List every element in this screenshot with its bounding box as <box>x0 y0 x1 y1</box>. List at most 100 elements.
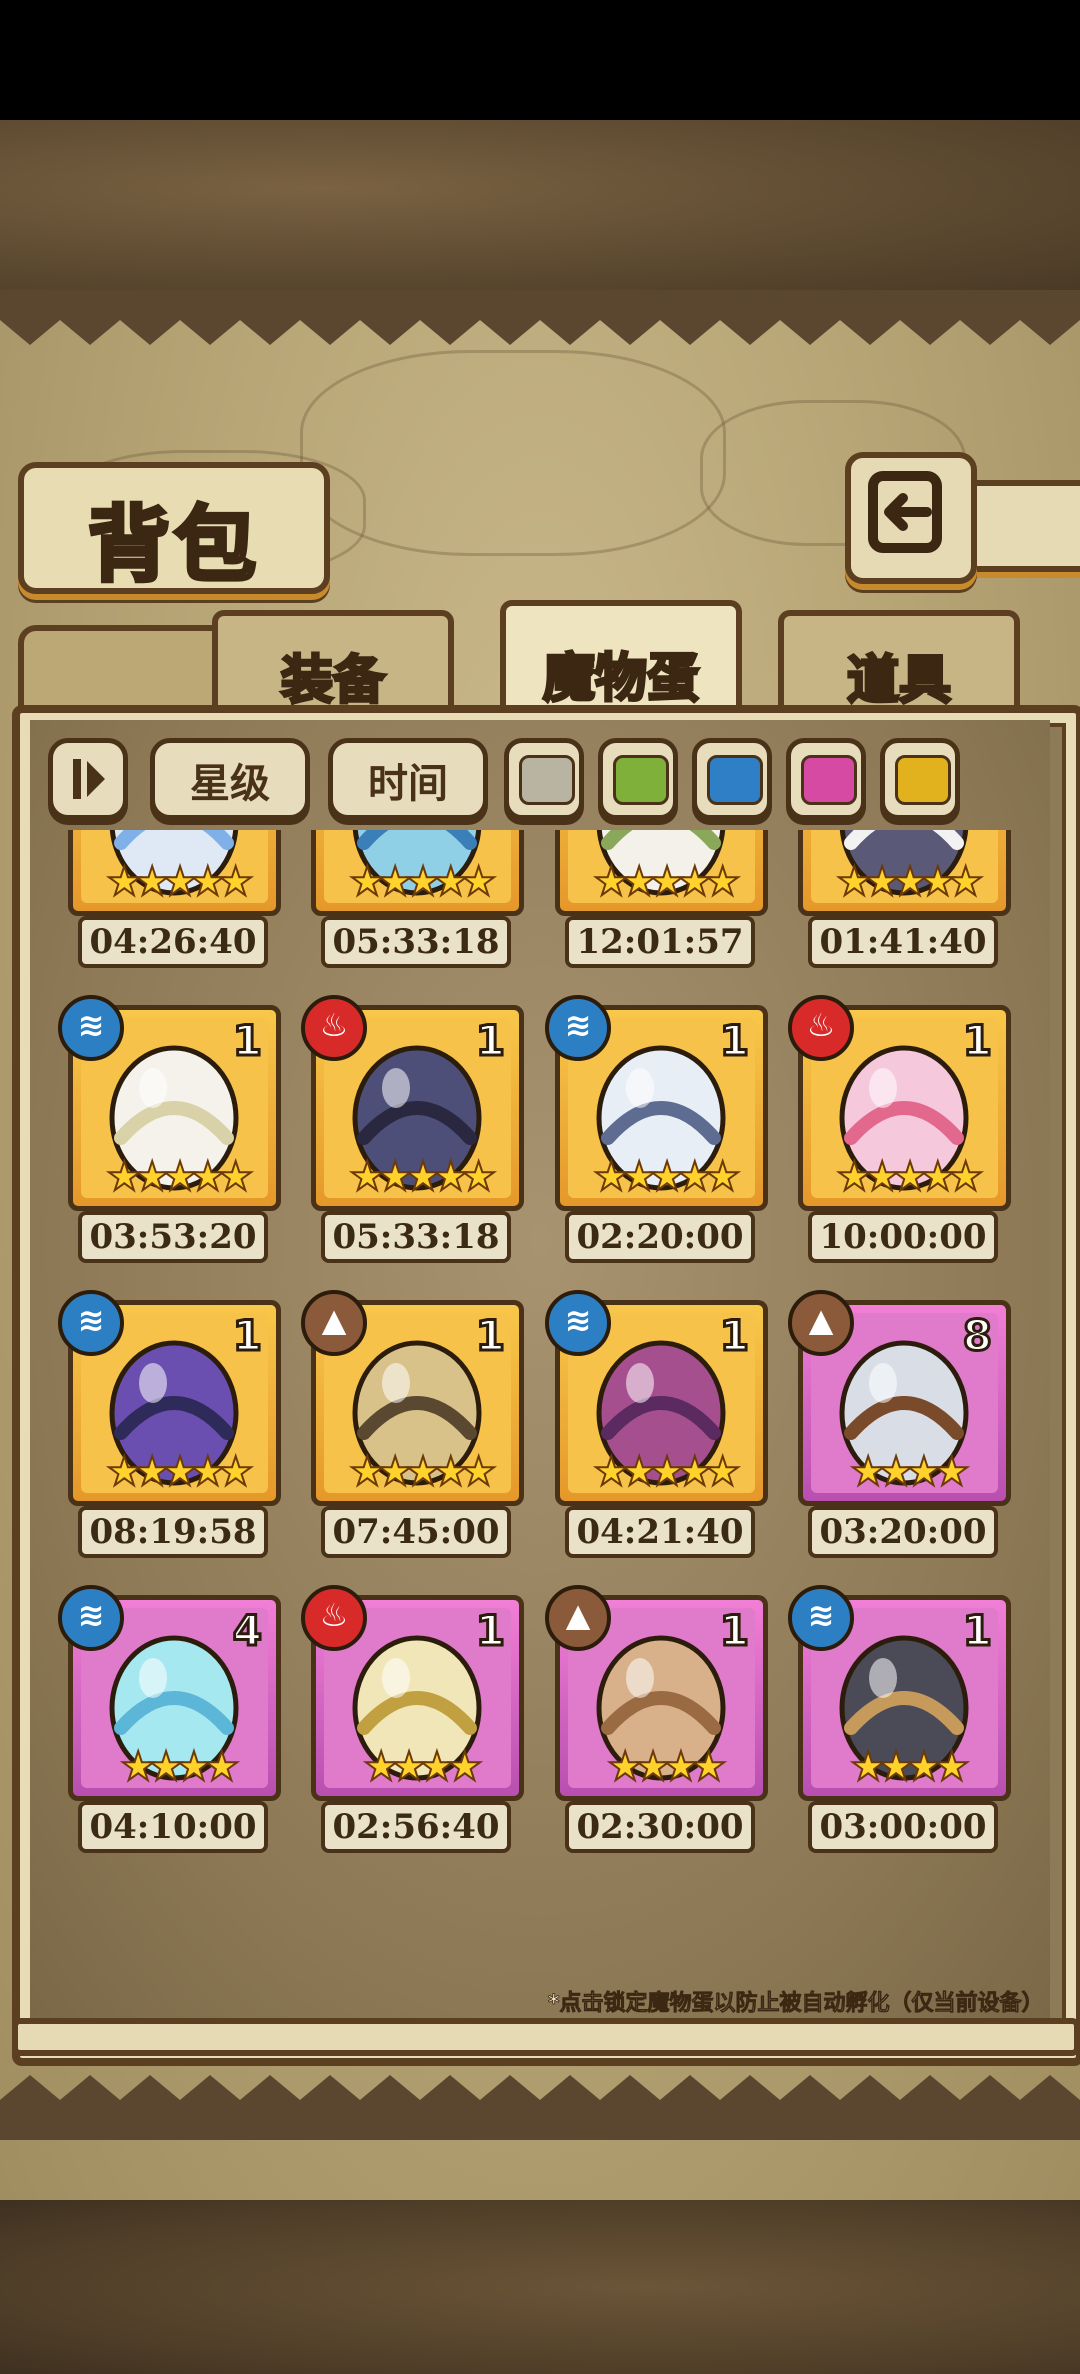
tab-monster-egg[interactable]: 魔物蛋 <box>500 600 742 721</box>
hatch-timer: 02:30:00 <box>565 1801 755 1853</box>
map-background-bottom <box>0 2200 1080 2374</box>
lock-hint-text: *点击锁定魔物蛋以防止被自动孵化（仅当前设备） <box>548 1991 1044 2017</box>
header-bar-right <box>960 480 1080 572</box>
egg-card[interactable]: ≋ 1 ★★★★★ 04:21:40 <box>545 1290 770 1560</box>
star-rating: ★★★★★ <box>348 1448 497 1496</box>
star-rating: ★★★★ <box>849 1448 970 1496</box>
swatch-fill <box>895 755 951 805</box>
egg-count: 1 <box>231 1310 263 1362</box>
star-rating: ★★★★ <box>606 1743 727 1791</box>
sort-by-star-button[interactable]: 星级 <box>150 738 310 820</box>
earth-element-icon: ▲ <box>301 1290 367 1356</box>
egg-card[interactable]: ≋ 1 ★★★★★ 03:53:20 <box>58 995 283 1265</box>
hatch-timer: 04:26:40 <box>78 916 268 968</box>
rarity-filter-pink[interactable] <box>786 738 866 820</box>
egg-card[interactable]: ▲ 8 ★★★★ 03:20:00 <box>788 1290 1013 1560</box>
egg-count: 1 <box>961 1605 993 1657</box>
tab-equipment[interactable]: 装备 <box>212 610 454 716</box>
sort-by-star-label: 星级 <box>190 761 270 807</box>
hatch-timer: 04:10:00 <box>78 1801 268 1853</box>
egg-count: 1 <box>718 1310 750 1362</box>
star-rating: ★★★★★ <box>348 858 497 906</box>
swatch-fill <box>519 755 575 805</box>
star-rating: ★★★★★ <box>592 858 741 906</box>
hatch-timer: 03:20:00 <box>808 1506 998 1558</box>
egg-count: 4 <box>231 1605 263 1657</box>
egg-card[interactable]: 3★★★★★04:26:40 <box>68 830 283 970</box>
egg-count: 8 <box>961 1310 993 1362</box>
egg-grid: 3★★★★★04:26:40 2★★★★★05:33:18 1★★★★★12:0… <box>40 830 1050 1970</box>
back-arrow-icon <box>868 471 942 553</box>
sort-order-button[interactable] <box>48 738 128 820</box>
water-element-icon: ≋ <box>58 1290 124 1356</box>
egg-count: 1 <box>474 1605 506 1657</box>
egg-count: 1 <box>474 1015 506 1067</box>
egg-card[interactable]: ♨ 1 ★★★★ 02:56:40 <box>301 1585 526 1855</box>
fire-element-icon: ♨ <box>301 995 367 1061</box>
star-rating: ★★★★★ <box>348 1153 497 1201</box>
swatch-fill <box>613 755 669 805</box>
filter-row: 星级 时间 <box>48 738 1048 820</box>
hatch-timer: 07:45:00 <box>321 1506 511 1558</box>
water-element-icon: ≋ <box>788 1585 854 1651</box>
sort-by-time-button[interactable]: 时间 <box>328 738 488 820</box>
star-rating: ★★★★★ <box>835 858 984 906</box>
page-title: 背包 <box>86 495 260 595</box>
torn-edge-bottom <box>0 2075 1080 2140</box>
water-element-icon: ≋ <box>545 995 611 1061</box>
egg-card[interactable]: ≋ 1 ★★★★★ 02:20:00 <box>545 995 770 1265</box>
egg-card[interactable]: 1★★★★★01:41:40 <box>798 830 1013 970</box>
egg-card[interactable]: 2★★★★★05:33:18 <box>311 830 526 970</box>
egg-card[interactable]: ♨ 1 ★★★★★ 05:33:18 <box>301 995 526 1265</box>
star-rating: ★★★★★ <box>835 1153 984 1201</box>
swatch-fill <box>801 755 857 805</box>
tab-label: 魔物蛋 <box>541 647 700 711</box>
egg-count: 1 <box>474 1310 506 1362</box>
water-element-icon: ≋ <box>58 1585 124 1651</box>
sort-by-time-label: 时间 <box>368 761 448 807</box>
back-button[interactable] <box>845 452 977 584</box>
earth-element-icon: ▲ <box>788 1290 854 1356</box>
rarity-filter-gold[interactable] <box>880 738 960 820</box>
star-rating: ★★★★★ <box>105 1448 254 1496</box>
title-banner: 背包 <box>18 462 330 595</box>
hatch-timer: 02:20:00 <box>565 1211 755 1263</box>
sort-order-icon <box>73 759 105 799</box>
fire-element-icon: ♨ <box>301 1585 367 1651</box>
rarity-filter-green[interactable] <box>598 738 678 820</box>
tab-label: 道具 <box>845 649 952 713</box>
star-rating: ★★★★ <box>362 1743 483 1791</box>
fire-element-icon: ♨ <box>788 995 854 1061</box>
tab-items[interactable]: 道具 <box>778 610 1020 716</box>
egg-frame: 1★★★★★ <box>555 830 768 916</box>
egg-frame: 1★★★★★ <box>798 830 1011 916</box>
hatch-timer: 10:00:00 <box>808 1211 998 1263</box>
rarity-filter-gray[interactable] <box>504 738 584 820</box>
rarity-filter-blue[interactable] <box>692 738 772 820</box>
egg-card[interactable]: ≋ 1 ★★★★★ 08:19:58 <box>58 1290 283 1560</box>
star-rating: ★★★★★ <box>592 1153 741 1201</box>
torn-edge-top <box>0 290 1080 345</box>
egg-card[interactable]: ▲ 1 ★★★★ 02:30:00 <box>545 1585 770 1855</box>
hatch-timer: 12:01:57 <box>565 916 755 968</box>
egg-card[interactable]: ▲ 1 ★★★★★ 07:45:00 <box>301 1290 526 1560</box>
egg-card[interactable]: ♨ 1 ★★★★★ 10:00:00 <box>788 995 1013 1265</box>
hatch-timer: 08:19:58 <box>78 1506 268 1558</box>
egg-count: 1 <box>718 1605 750 1657</box>
egg-count: 1 <box>961 1015 993 1067</box>
star-rating: ★★★★ <box>119 1743 240 1791</box>
hatch-timer: 03:00:00 <box>808 1801 998 1853</box>
egg-card[interactable]: ≋ 4 ★★★★ 04:10:00 <box>58 1585 283 1855</box>
star-rating: ★★★★ <box>849 1743 970 1791</box>
egg-frame: 3★★★★★ <box>68 830 281 916</box>
egg-frame: 2★★★★★ <box>311 830 524 916</box>
swatch-fill <box>707 755 763 805</box>
hatch-timer: 03:53:20 <box>78 1211 268 1263</box>
hatch-timer: 04:21:40 <box>565 1506 755 1558</box>
star-rating: ★★★★★ <box>105 1153 254 1201</box>
earth-element-icon: ▲ <box>545 1585 611 1651</box>
egg-card[interactable]: ≋ 1 ★★★★ 03:00:00 <box>788 1585 1013 1855</box>
hatch-timer: 05:33:18 <box>321 916 511 968</box>
hatch-timer: 02:56:40 <box>321 1801 511 1853</box>
egg-card[interactable]: 1★★★★★12:01:57 <box>555 830 770 970</box>
